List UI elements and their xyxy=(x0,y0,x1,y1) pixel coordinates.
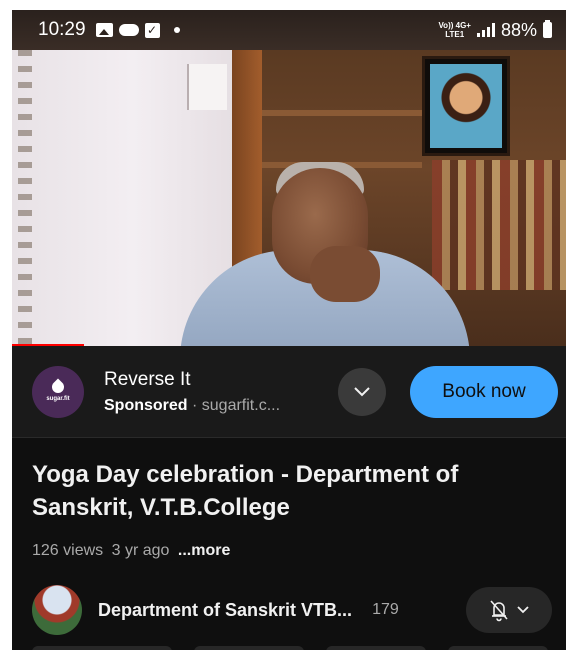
ad-domain: sugarfit.c... xyxy=(201,396,281,414)
action-chips-row xyxy=(32,646,552,650)
video-photo xyxy=(430,64,502,148)
ad-expand-button[interactable] xyxy=(338,367,386,416)
ad-separator: · xyxy=(187,396,202,414)
book-now-button[interactable]: Book now xyxy=(410,365,558,418)
drop-icon xyxy=(49,378,67,396)
action-chip[interactable] xyxy=(32,646,172,650)
network-top-label: Vo)) 4G+ xyxy=(438,21,471,30)
video-shelf xyxy=(262,110,422,116)
battery-percent: 88% xyxy=(500,19,537,40)
cloud-icon xyxy=(118,24,139,36)
ad-logo[interactable]: sugar.fit xyxy=(32,365,84,418)
video-player[interactable] xyxy=(12,50,566,346)
ad-subtitle: Sponsored · sugarfit.c... xyxy=(104,397,338,415)
battery-icon xyxy=(543,20,552,38)
sponsored-label: Sponsored xyxy=(104,396,188,414)
status-right: Vo)) 4G+ LTE1 88% xyxy=(438,20,552,41)
chevron-down-icon xyxy=(517,606,529,614)
ad-text[interactable]: Reverse It Sponsored · sugarfit.c... xyxy=(104,369,338,415)
signal-icon xyxy=(476,23,495,37)
bell-off-icon xyxy=(490,600,508,622)
action-chip[interactable] xyxy=(448,646,548,650)
upload-age: 3 yr ago xyxy=(111,542,170,559)
video-title[interactable]: Yoga Day celebration - Department of San… xyxy=(32,458,542,524)
video-wall-strip xyxy=(187,64,227,110)
gallery-icon xyxy=(95,23,113,37)
ad-title: Reverse It xyxy=(104,368,191,390)
ad-card[interactable]: sugar.fit Reverse It Sponsored · sugarfi… xyxy=(12,346,566,438)
network-bottom-label: LTE1 xyxy=(445,30,465,39)
ad-logo-text: sugar.fit xyxy=(46,396,70,402)
network-indicator: Vo)) 4G+ LTE1 xyxy=(438,21,471,39)
chevron-down-icon xyxy=(354,386,370,396)
video-chain xyxy=(18,50,32,346)
video-meta[interactable]: 126 views 3 yr ago ...more xyxy=(32,542,230,560)
channel-row[interactable]: Department of Sanskrit VTB... 179 xyxy=(32,584,552,636)
notification-bell-button[interactable] xyxy=(466,587,552,633)
action-chip[interactable] xyxy=(326,646,426,650)
channel-name[interactable]: Department of Sanskrit VTB... xyxy=(98,600,352,621)
status-bar: 10:29 ✓ Vo)) 4G+ LTE1 88% xyxy=(12,10,566,50)
action-chip[interactable] xyxy=(194,646,304,650)
status-time: 10:29 xyxy=(38,19,86,40)
video-person xyxy=(180,162,480,346)
checkbox-icon: ✓ xyxy=(144,22,160,38)
view-count: 126 views xyxy=(32,542,104,559)
phone-screen: 10:29 ✓ Vo)) 4G+ LTE1 88% sugar.fit Reve… xyxy=(12,10,566,650)
dot-icon xyxy=(173,27,180,33)
video-info: Yoga Day celebration - Department of San… xyxy=(12,438,566,650)
channel-avatar[interactable] xyxy=(32,585,82,635)
subscriber-count: 179 xyxy=(372,601,399,618)
more-link[interactable]: ...more xyxy=(178,542,230,559)
